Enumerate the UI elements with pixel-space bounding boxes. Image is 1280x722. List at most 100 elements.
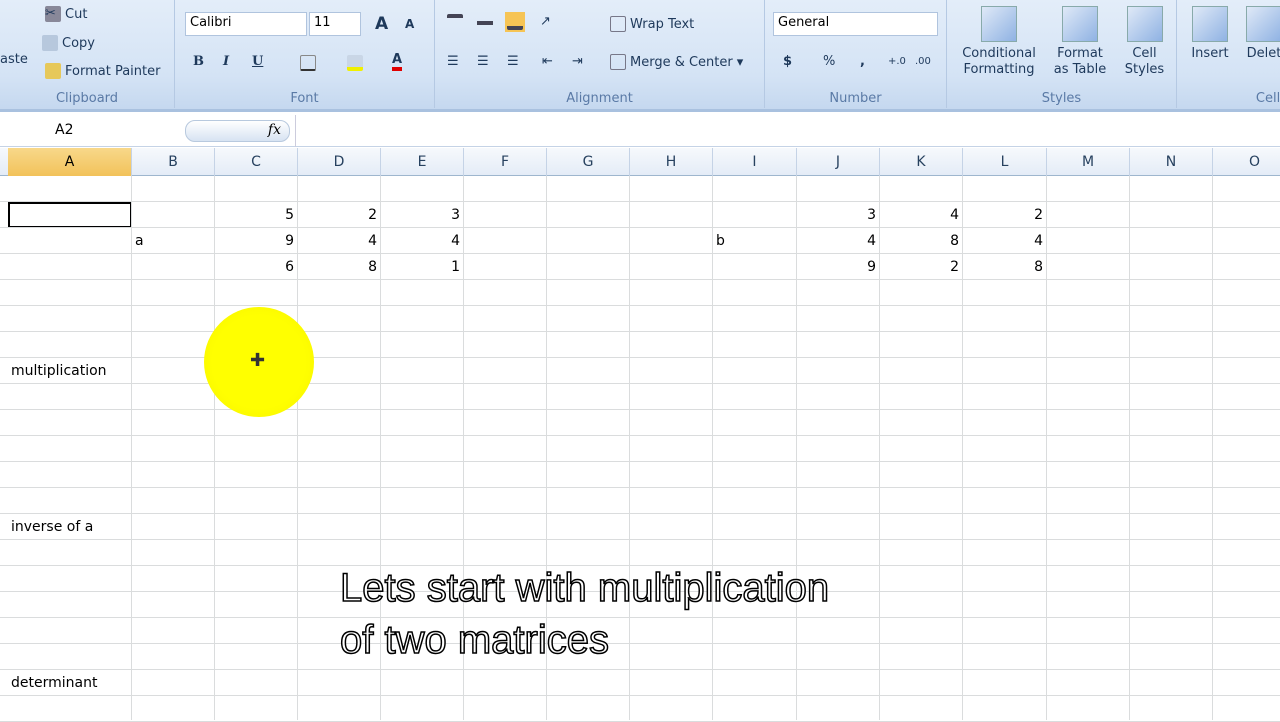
shrink-font-button[interactable]: A xyxy=(405,17,414,31)
copy-icon xyxy=(42,35,58,51)
column-header-l[interactable]: L xyxy=(963,148,1047,176)
orientation-button[interactable]: ↗ xyxy=(540,14,556,30)
align-left-icon: ☰ xyxy=(447,54,459,69)
matrix-a-cell[interactable]: 3 xyxy=(381,202,464,228)
align-middle-icon xyxy=(477,14,493,31)
column-header-m[interactable]: M xyxy=(1047,148,1130,176)
decrease-decimal-button[interactable]: .00 xyxy=(915,56,931,67)
label-inverse[interactable]: inverse of a xyxy=(11,514,135,540)
borders-button[interactable] xyxy=(300,55,316,71)
gridline xyxy=(0,201,1280,202)
align-center-icon: ☰ xyxy=(477,54,489,69)
video-caption: Lets start with multiplication of two ma… xyxy=(339,562,830,666)
cell-styles-button[interactable]: Cell Styles xyxy=(1117,6,1172,78)
font-name-select[interactable]: Calibri xyxy=(185,12,307,36)
column-header-k[interactable]: K xyxy=(880,148,963,176)
wrap-text-button[interactable]: Wrap Text xyxy=(610,16,694,32)
matrix-b-cell[interactable]: 2 xyxy=(963,202,1047,228)
align-center-button[interactable]: ☰ xyxy=(477,54,489,69)
increase-indent-button[interactable]: ⇥ xyxy=(572,54,583,69)
matrix-a-cell[interactable]: 5 xyxy=(215,202,298,228)
matrix-a-cell[interactable]: 4 xyxy=(381,228,464,254)
matrix-a-cell[interactable]: 1 xyxy=(381,254,464,280)
font-color-button[interactable]: A xyxy=(392,52,403,71)
gridline xyxy=(0,279,1280,280)
currency-button[interactable]: $ xyxy=(783,54,792,69)
styles-group: Conditional Formatting Format as Table Cel… xyxy=(947,0,1177,108)
font-group: Calibri 11 A A B I U A Font xyxy=(175,0,435,108)
matrix-a-cell[interactable]: 4 xyxy=(298,228,381,254)
label-multiplication[interactable]: multiplication xyxy=(11,358,135,384)
format-painter-button[interactable]: Format Painter xyxy=(45,63,160,79)
gridline xyxy=(1129,176,1130,720)
column-header-e[interactable]: E xyxy=(381,148,464,176)
matrix-b-cell[interactable]: 8 xyxy=(963,254,1047,280)
decrease-indent-button[interactable]: ⇤ xyxy=(542,54,553,69)
increase-decimal-button[interactable]: +.0 xyxy=(888,56,906,67)
column-header-d[interactable]: D xyxy=(298,148,381,176)
underline-button[interactable]: U xyxy=(252,54,263,69)
percent-button[interactable]: % xyxy=(823,54,835,69)
matrix-a-cell[interactable]: 8 xyxy=(298,254,381,280)
matrix-a-cell[interactable]: 2 xyxy=(298,202,381,228)
paint-bucket-icon xyxy=(347,55,363,71)
column-header-n[interactable]: N xyxy=(1130,148,1213,176)
top-align-button[interactable] xyxy=(447,14,463,30)
column-header-o[interactable]: O xyxy=(1213,148,1280,176)
insert-function-button[interactable]: fx xyxy=(185,120,290,142)
column-header-f[interactable]: F xyxy=(464,148,547,176)
insert-button[interactable]: Insert xyxy=(1185,6,1235,62)
caption-line-1: Lets start with multiplication xyxy=(339,565,830,611)
label-a[interactable]: a xyxy=(135,228,218,254)
column-header-h[interactable]: H xyxy=(630,148,713,176)
bottom-align-button[interactable] xyxy=(505,12,525,32)
fill-color-button[interactable] xyxy=(347,55,363,71)
conditional-formatting-button[interactable]: Conditional Formatting xyxy=(955,6,1043,78)
column-header-a[interactable]: A xyxy=(8,148,132,176)
column-header-g[interactable]: G xyxy=(547,148,630,176)
grow-font-button[interactable]: A xyxy=(375,14,388,34)
column-header-i[interactable]: I xyxy=(713,148,797,176)
align-left-button[interactable]: ☰ xyxy=(447,54,459,69)
gridline xyxy=(0,435,1280,436)
italic-button[interactable]: I xyxy=(223,54,229,69)
caption-line-2: of two matrices xyxy=(339,617,609,663)
copy-button[interactable]: Copy xyxy=(42,35,95,51)
name-box[interactable]: A2 xyxy=(0,118,180,144)
middle-align-button[interactable] xyxy=(477,14,493,31)
matrix-b-cell[interactable]: 4 xyxy=(963,228,1047,254)
matrix-a-cell[interactable]: 9 xyxy=(215,228,298,254)
matrix-b-cell[interactable]: 8 xyxy=(880,228,963,254)
bold-button[interactable]: B xyxy=(193,54,204,69)
selected-cell[interactable] xyxy=(8,202,132,228)
label-determinant[interactable]: determinant xyxy=(11,670,135,696)
gridline xyxy=(131,176,132,720)
merge-icon xyxy=(610,54,626,70)
matrix-b-cell[interactable]: 2 xyxy=(880,254,963,280)
cut-button[interactable]: ✂ Cut xyxy=(45,6,87,22)
wrap-text-icon xyxy=(610,16,626,32)
column-header-c[interactable]: C xyxy=(215,148,298,176)
paste-button[interactable]: aste xyxy=(0,52,28,67)
gridline xyxy=(0,409,1280,410)
delete-icon xyxy=(1246,6,1280,42)
comma-button[interactable]: , xyxy=(860,54,865,69)
number-label: Number xyxy=(829,91,882,106)
matrix-b-cell[interactable]: 4 xyxy=(797,228,880,254)
matrix-b-cell[interactable]: 4 xyxy=(880,202,963,228)
formula-input[interactable] xyxy=(295,115,1280,147)
delete-button[interactable]: Delet xyxy=(1239,6,1280,62)
format-as-table-button[interactable]: Format as Table xyxy=(1045,6,1115,78)
matrix-b-cell[interactable]: 9 xyxy=(797,254,880,280)
merge-center-button[interactable]: Merge & Center ▾ xyxy=(610,54,743,70)
number-format-select[interactable]: General xyxy=(773,12,938,36)
crosshair-plus-icon: ✚ xyxy=(250,350,266,371)
column-header-j[interactable]: J xyxy=(797,148,880,176)
matrix-b-cell[interactable]: 3 xyxy=(797,202,880,228)
label-b[interactable]: b xyxy=(716,228,800,254)
align-right-button[interactable]: ☰ xyxy=(507,54,519,69)
font-size-select[interactable]: 11 xyxy=(309,12,361,36)
conditional-formatting-icon xyxy=(981,6,1017,42)
matrix-a-cell[interactable]: 6 xyxy=(215,254,298,280)
column-header-b[interactable]: B xyxy=(132,148,215,176)
